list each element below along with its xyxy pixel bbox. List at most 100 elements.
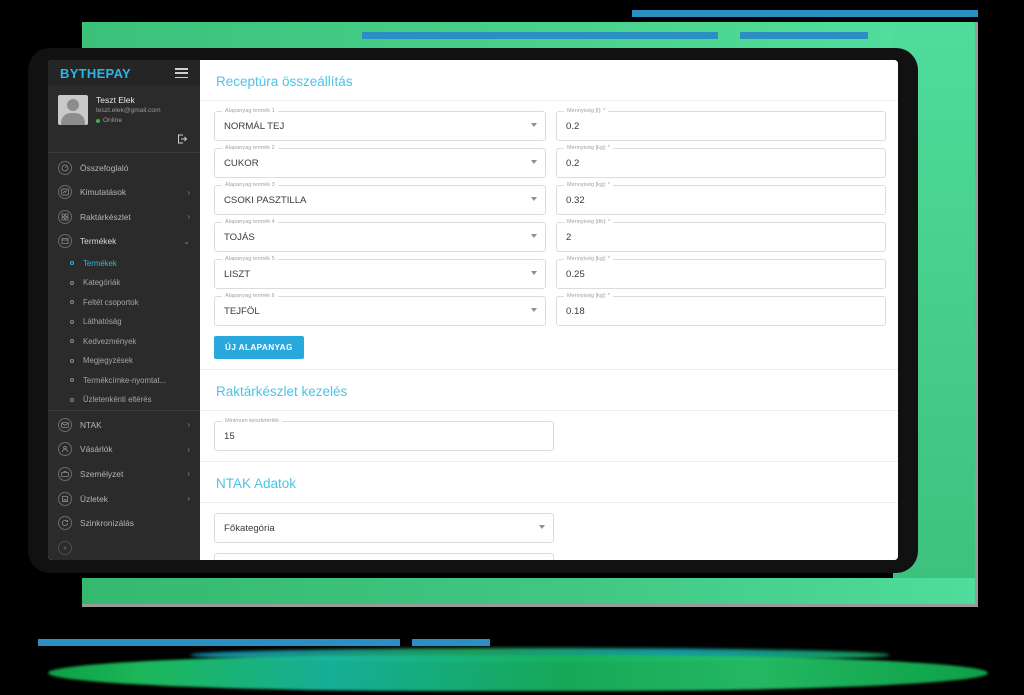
sidebar-header: BYTHEPAY	[48, 60, 200, 87]
ingredient-label-2: Alapanyag termék 2	[222, 144, 278, 152]
sidebar-subitem-feltet-csoportok[interactable]: Feltét csoportok	[48, 293, 200, 313]
chevron-down-icon[interactable]	[531, 123, 537, 127]
sync-icon	[58, 516, 72, 531]
bullet-icon	[70, 319, 74, 324]
brand-logo[interactable]: BYTHEPAY	[60, 66, 131, 81]
sidebar-subitem-label: Megjegyzések	[83, 356, 133, 366]
ingredient-label-1: Alapanyag termék 1	[222, 107, 278, 115]
ingredient-select-6[interactable]: Alapanyag termék 6 TEJFÖL	[214, 292, 546, 326]
sidebar-divider-2	[48, 409, 200, 411]
chevron-down-icon[interactable]	[531, 308, 537, 312]
chevron-down-icon[interactable]	[531, 160, 537, 164]
sidebar-subitem-termekcimke-nyomtatas[interactable]: Termékcímke-nyomtat...	[48, 371, 200, 391]
sidebar-item-label: Kimutatások	[80, 187, 127, 198]
sidebar-item-vasarlok[interactable]: Vásárlók ›	[48, 437, 200, 462]
ingredient-select-1[interactable]: Alapanyag termék 1 NORMÁL TEJ	[214, 107, 546, 141]
ingredient-row: Alapanyag termék 1 NORMÁL TEJ Mennyiség …	[214, 107, 886, 141]
store-icon	[58, 491, 72, 506]
trash-icon[interactable]	[896, 267, 898, 282]
deco-bar-bottom-1	[38, 639, 400, 646]
quantity-label-2: Mennyiség [kg]: *	[564, 144, 613, 152]
sidebar-item-osszefoglalo[interactable]: Összefoglaló	[48, 155, 200, 180]
sidebar-item-szemelyzet[interactable]: Személyzet ›	[48, 462, 200, 487]
deco-blob-primary	[48, 655, 988, 691]
sidebar-subitem-kedvezmenyek[interactable]: Kedvezmények	[48, 332, 200, 352]
sidebar-subitem-uzletenkenti-elteres[interactable]: Üzletenkénti eltérés	[48, 390, 200, 410]
ingredient-label-6: Alapanyag termék 6	[222, 292, 278, 300]
quantity-input-3[interactable]: Mennyiség [kg]: * 0.32	[556, 181, 886, 215]
bullet-icon	[70, 300, 74, 305]
quantity-input-2[interactable]: Mennyiség [kg]: * 0.2	[556, 144, 886, 178]
online-dot-icon	[96, 119, 100, 124]
sidebar-item-kimutatasok[interactable]: Kimutatások ›	[48, 180, 200, 205]
settings-icon	[58, 540, 72, 555]
quantity-input-1[interactable]: Mennyiség [l]: * 0.2	[556, 107, 886, 141]
ntak-alkategoria-placeholder: Alkategória	[214, 553, 554, 560]
min-stock-input[interactable]: Minimum készletérték 15	[214, 417, 554, 451]
ingredient-value-1: NORMÁL TEJ	[214, 111, 546, 141]
recipe-title: Receptúra összeállítás	[200, 60, 898, 101]
bullet-icon	[70, 397, 74, 402]
chevron-right-icon: ›	[187, 420, 190, 430]
ntak-fokategoria-select[interactable]: Főkategória	[214, 513, 554, 543]
quantity-input-4[interactable]: Mennyiség [db]: * 2	[556, 218, 886, 252]
logout-row	[48, 130, 200, 152]
ntak-body: Főkategória Alkategória Mennyiségi egysé…	[200, 503, 898, 560]
ingredient-row: Alapanyag termék 4 TOJÁS Mennyiség [db]:…	[214, 218, 886, 252]
hamburger-icon[interactable]	[175, 68, 188, 79]
recipe-body: Alapanyag termék 1 NORMÁL TEJ Mennyiség …	[200, 101, 898, 369]
profile-email: teszt.elek@gmail.com	[96, 107, 161, 115]
sidebar-item-label: Szinkronizálás	[80, 518, 134, 529]
main-content: Receptúra összeállítás Alapanyag termék …	[200, 60, 898, 560]
add-ingredient-button[interactable]: ÚJ ALAPANYAG	[214, 336, 304, 359]
ingredient-select-2[interactable]: Alapanyag termék 2 CUKOR	[214, 144, 546, 178]
device-screen: BYTHEPAY Teszt Elek teszt.elek@gmail.com…	[48, 60, 898, 560]
quantity-input-6[interactable]: Mennyiség [kg]: * 0.18	[556, 292, 886, 326]
chevron-down-icon[interactable]	[539, 525, 545, 529]
recipe-card: Receptúra összeállítás Alapanyag termék …	[200, 60, 898, 370]
chevron-down-icon[interactable]	[531, 271, 537, 275]
ingredient-select-5[interactable]: Alapanyag termék 5 LISZT	[214, 255, 546, 289]
ingredient-select-3[interactable]: Alapanyag termék 3 CSOKI PASZTILLA	[214, 181, 546, 215]
sidebar-subitem-kategoriak[interactable]: Kategóriák	[48, 273, 200, 293]
sidebar-subitem-lathatosag[interactable]: Láthatóság	[48, 312, 200, 332]
trash-icon[interactable]	[896, 304, 898, 319]
sidebar-subitem-label: Feltét csoportok	[83, 297, 139, 307]
logout-icon[interactable]	[176, 133, 188, 145]
sidebar-subitem-megjegyzesek[interactable]: Megjegyzések	[48, 351, 200, 371]
deco-bar-top-right	[632, 10, 978, 17]
sidebar-item-partial[interactable]	[48, 535, 200, 560]
trash-icon[interactable]	[896, 156, 898, 171]
sidebar-item-raktarkeszlet[interactable]: Raktárkészlet ›	[48, 205, 200, 230]
user-profile[interactable]: Teszt Elek teszt.elek@gmail.com Online	[48, 86, 200, 130]
ingredient-label-3: Alapanyag termék 3	[222, 181, 278, 189]
quantity-input-5[interactable]: Mennyiség [kg]: * 0.25	[556, 255, 886, 289]
min-stock-value: 15	[214, 421, 554, 451]
trash-icon[interactable]	[896, 193, 898, 208]
ingredient-select-4[interactable]: Alapanyag termék 4 TOJÁS	[214, 218, 546, 252]
sidebar-item-szinkronizalas[interactable]: Szinkronizálás	[48, 511, 200, 536]
deco-bar-green-2	[740, 32, 868, 39]
quantity-value-4: 2	[556, 222, 886, 252]
sidebar-item-label: Raktárkészlet	[80, 211, 131, 222]
deco-bar-bottom-2	[412, 639, 490, 646]
sidebar-subitem-termekek[interactable]: Termékek	[48, 254, 200, 274]
chevron-down-icon[interactable]	[531, 197, 537, 201]
ingredient-label-4: Alapanyag termék 4	[222, 218, 278, 226]
trash-icon[interactable]	[896, 119, 898, 134]
user-icon	[58, 442, 72, 457]
trash-icon[interactable]	[896, 230, 898, 245]
profile-name: Teszt Elek	[96, 95, 135, 106]
sidebar-item-ntak[interactable]: NTAK ›	[48, 413, 200, 438]
deco-bar-green-1	[362, 32, 718, 39]
stock-title: Raktárkészlet kezelés	[200, 370, 898, 411]
sidebar-divider	[48, 152, 200, 154]
chevron-right-icon: ›	[187, 212, 190, 222]
stock-card: Raktárkészlet kezelés Minimum készletért…	[200, 370, 898, 462]
grid-icon	[58, 209, 72, 224]
sidebar-item-uzletek[interactable]: Üzletek ›	[48, 486, 200, 511]
chevron-down-icon[interactable]	[531, 234, 537, 238]
ntak-alkategoria-select[interactable]: Alkategória	[214, 553, 554, 560]
sidebar-item-termekek[interactable]: Termékek ⌄	[48, 229, 200, 254]
ingredient-row: Alapanyag termék 6 TEJFÖL Mennyiség [kg]…	[214, 292, 886, 326]
